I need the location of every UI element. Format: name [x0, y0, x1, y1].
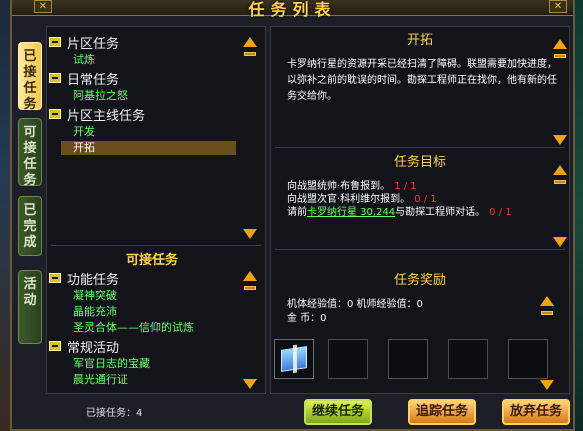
divider	[51, 245, 261, 246]
tree-item-akira[interactable]: 阿基拉之怒	[61, 89, 236, 103]
scroll-thumb[interactable]	[554, 54, 566, 58]
gift-box-icon	[281, 346, 307, 372]
divider	[275, 249, 565, 250]
scroll-down-icon[interactable]	[540, 380, 554, 390]
abandon-task-button[interactable]: 放弃任务	[502, 399, 570, 425]
available-item[interactable]: 晨光通行证	[61, 373, 236, 387]
scroll-down-icon[interactable]	[243, 379, 257, 389]
location-link[interactable]: 卡罗纳行星 30,244	[307, 207, 395, 218]
tab-accepted[interactable]: 已接任务	[18, 42, 42, 112]
reward-slot[interactable]	[448, 339, 488, 379]
tree-head-label: 片区任务	[67, 37, 120, 52]
tree-head-region[interactable]: 片区任务	[49, 33, 120, 52]
collapse-icon[interactable]	[49, 73, 61, 83]
scroll-thumb[interactable]	[541, 311, 553, 315]
window-left-button[interactable]: ✕	[34, 0, 52, 13]
tab-available[interactable]: 可接任务	[18, 118, 42, 188]
available-item[interactable]: 凝神突破	[61, 289, 236, 303]
available-section-title: 可接任务	[125, 253, 178, 268]
tree-head-label: 日常任务	[67, 73, 120, 88]
task-description: 卡罗纳行星的资源开采已经扫清了障碍。联盟需要加快进度，以弥补之前的耽误的时间。勘…	[287, 59, 557, 102]
goal-text: 请前	[287, 207, 307, 218]
available-item[interactable]: 圣灵合体——信仰的试炼	[61, 321, 236, 335]
rewards-title: 任务奖励	[393, 273, 446, 288]
task-tree-panel: 片区任务 试炼 日常任务 阿基拉之怒 片区主线任务 开发 开拓 可接任务 功能任…	[46, 26, 266, 394]
collapse-icon[interactable]	[49, 37, 61, 47]
scroll-down-icon[interactable]	[553, 135, 567, 145]
goal-line: 请前卡罗纳行星 30,244与勘探工程师对话。 0 / 1	[287, 203, 512, 218]
track-task-button[interactable]: 追踪任务	[408, 399, 476, 425]
divider	[275, 147, 565, 148]
tree-head-label: 常规活动	[67, 341, 120, 356]
reward-exp: 机体经验值：0 机师经验值：0	[287, 299, 423, 310]
tree-item-develop[interactable]: 开发	[61, 125, 236, 139]
tree-head-label: 片区主线任务	[67, 109, 146, 124]
reward-slot[interactable]	[508, 339, 548, 379]
tab-label: 已接任务	[23, 49, 37, 112]
tree-head-main[interactable]: 片区主线任务	[49, 105, 146, 124]
scroll-up-icon[interactable]	[540, 296, 554, 306]
scroll-up-icon[interactable]	[243, 37, 257, 47]
tree-item-pioneer-selected[interactable]: 开拓	[61, 141, 236, 155]
tab-activity[interactable]: 活动	[18, 270, 42, 344]
available-item[interactable]: 军官日志的宝藏	[61, 357, 236, 371]
scroll-up-icon[interactable]	[243, 271, 257, 281]
goal-text: 与勘探工程师对话。	[395, 207, 486, 218]
collapse-icon[interactable]	[49, 341, 61, 351]
scroll-thumb[interactable]	[244, 52, 256, 56]
tab-label: 已完成	[23, 203, 37, 250]
reward-slot[interactable]	[328, 339, 368, 379]
title-bar: 任务列表 ✕ ✕	[12, 0, 573, 19]
tab-completed[interactable]: 已完成	[18, 196, 42, 256]
reward-slot[interactable]	[388, 339, 428, 379]
accepted-count: 已接任务：4	[86, 408, 143, 419]
scroll-thumb[interactable]	[244, 286, 256, 290]
window-title: 任务列表	[248, 0, 337, 19]
collapse-icon[interactable]	[49, 109, 61, 119]
tree-head-function[interactable]: 功能任务	[49, 269, 120, 288]
available-item[interactable]: 晶能充沛	[61, 305, 236, 319]
tree-head-regular[interactable]: 常规活动	[49, 337, 120, 356]
tree-head-daily[interactable]: 日常任务	[49, 69, 120, 88]
goal-progress: 0 / 1	[489, 207, 512, 218]
scroll-thumb[interactable]	[554, 180, 566, 184]
scroll-down-icon[interactable]	[243, 229, 257, 239]
goals-title: 任务目标	[393, 155, 446, 170]
scroll-down-icon[interactable]	[553, 237, 567, 247]
tree-item-trial[interactable]: 试炼	[61, 53, 236, 67]
tree-head-label: 功能任务	[67, 273, 120, 288]
reward-slot[interactable]	[274, 339, 314, 379]
close-button[interactable]: ✕	[549, 0, 567, 13]
scroll-up-icon[interactable]	[553, 165, 567, 175]
tab-label: 活动	[23, 277, 37, 308]
collapse-icon[interactable]	[49, 273, 61, 283]
continue-task-button[interactable]: 继续任务	[304, 399, 372, 425]
scroll-up-icon[interactable]	[553, 39, 567, 49]
tab-label: 可接任务	[23, 125, 37, 188]
reward-coin: 金 币：0	[287, 313, 327, 324]
task-list-window: 任务列表 ✕ ✕ 已接任务 可接任务 已完成 活动 片区任务 试炼 日常任务 阿…	[10, 0, 575, 431]
detail-title: 开拓	[406, 33, 433, 48]
